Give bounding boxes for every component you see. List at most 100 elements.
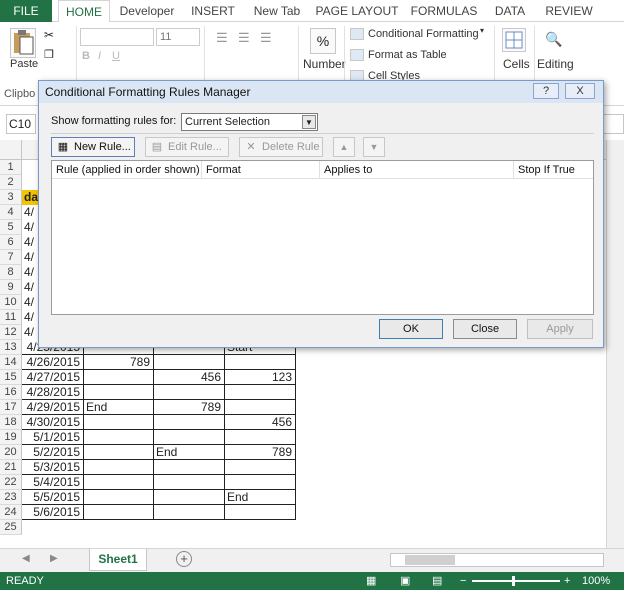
row-header[interactable]: 15 xyxy=(0,370,22,385)
cell[interactable] xyxy=(225,355,296,370)
cell[interactable]: End xyxy=(225,490,296,505)
tab-insert[interactable]: INSERT xyxy=(184,0,242,22)
conditional-formatting-button[interactable]: Conditional Formatting xyxy=(368,28,479,40)
cell[interactable] xyxy=(84,430,154,445)
cell[interactable] xyxy=(154,520,225,535)
row-header[interactable]: 8 xyxy=(0,265,22,280)
column-header-format[interactable]: Format xyxy=(202,161,320,179)
font-size-combo[interactable]: 11 xyxy=(156,28,200,46)
tab-data[interactable]: DATA xyxy=(486,0,534,22)
column-header-stop-if-true[interactable]: Stop If True xyxy=(514,161,593,179)
move-down-button[interactable]: ▼ xyxy=(363,137,385,157)
row-header[interactable]: 9 xyxy=(0,280,22,295)
cell[interactable] xyxy=(84,475,154,490)
zoom-level[interactable]: 100% xyxy=(582,572,610,590)
cell[interactable] xyxy=(154,385,225,400)
cell[interactable]: 123 xyxy=(225,370,296,385)
tab-home[interactable]: HOME xyxy=(58,0,110,23)
cell[interactable] xyxy=(154,415,225,430)
ok-button[interactable]: OK xyxy=(379,319,443,339)
tab-developer[interactable]: Developer xyxy=(114,0,180,22)
row-header[interactable]: 6 xyxy=(0,235,22,250)
row-header[interactable]: 19 xyxy=(0,430,22,445)
cell[interactable] xyxy=(154,490,225,505)
cell[interactable]: 4/30/2015 xyxy=(22,415,84,430)
align-left-icon[interactable]: ☰ xyxy=(216,30,228,46)
row-header[interactable]: 20 xyxy=(0,445,22,460)
row-header[interactable]: 21 xyxy=(0,460,22,475)
copy-icon[interactable]: ❐ xyxy=(44,48,60,62)
cell[interactable]: 4/27/2015 xyxy=(22,370,84,385)
cell[interactable] xyxy=(154,505,225,520)
apply-button[interactable]: Apply xyxy=(527,319,593,339)
cell[interactable] xyxy=(225,385,296,400)
cell[interactable] xyxy=(225,505,296,520)
cell[interactable] xyxy=(225,475,296,490)
zoom-slider[interactable] xyxy=(472,576,560,586)
horizontal-scroll-thumb[interactable] xyxy=(405,555,455,565)
name-box[interactable]: C10 xyxy=(6,114,36,134)
cell[interactable]: 789 xyxy=(154,400,225,415)
cell[interactable] xyxy=(84,370,154,385)
cell[interactable] xyxy=(84,385,154,400)
row-header[interactable]: 12 xyxy=(0,325,22,340)
wrap-text-icon[interactable]: ☰ xyxy=(260,30,272,46)
row-header[interactable]: 10 xyxy=(0,295,22,310)
bold-icon[interactable]: B xyxy=(82,50,90,62)
close-icon[interactable]: X xyxy=(565,83,595,99)
zoom-in-icon[interactable]: + xyxy=(564,572,570,590)
select-all-corner[interactable] xyxy=(0,140,22,160)
column-header-rule[interactable]: Rule (applied in order shown) xyxy=(52,161,202,179)
number-label[interactable]: Number xyxy=(303,57,346,71)
cell[interactable] xyxy=(84,490,154,505)
row-header[interactable]: 16 xyxy=(0,385,22,400)
cells-label[interactable]: Cells xyxy=(503,57,530,71)
cell[interactable] xyxy=(84,520,154,535)
row-header[interactable]: 18 xyxy=(0,415,22,430)
cell[interactable] xyxy=(154,355,225,370)
cells-icon[interactable] xyxy=(502,28,526,52)
italic-icon[interactable]: I xyxy=(98,50,101,62)
zoom-out-icon[interactable]: − xyxy=(460,572,466,590)
scroll-right-icon[interactable]: ▶ xyxy=(50,553,58,564)
row-header[interactable]: 24 xyxy=(0,505,22,520)
row-header[interactable]: 14 xyxy=(0,355,22,370)
delete-rule-button[interactable]: ✕ Delete Rule xyxy=(239,137,323,157)
row-header[interactable]: 13 xyxy=(0,340,22,355)
cell[interactable] xyxy=(84,460,154,475)
vertical-scrollbar[interactable] xyxy=(606,140,624,550)
scroll-left-icon[interactable]: ◀ xyxy=(22,553,30,564)
cell[interactable] xyxy=(84,505,154,520)
cell[interactable]: 456 xyxy=(225,415,296,430)
column-header-applies-to[interactable]: Applies to xyxy=(320,161,514,179)
underline-icon[interactable]: U xyxy=(112,50,120,62)
dialog-titlebar[interactable]: Conditional Formatting Rules Manager ? X xyxy=(39,81,603,103)
chevron-down-icon[interactable]: ▼ xyxy=(302,115,316,129)
format-as-table-button[interactable]: Format as Table xyxy=(368,49,447,61)
cell[interactable]: 4/28/2015 xyxy=(22,385,84,400)
row-header[interactable]: 11 xyxy=(0,310,22,325)
cell[interactable] xyxy=(154,460,225,475)
cell[interactable]: End xyxy=(84,400,154,415)
cut-icon[interactable]: ✂ xyxy=(44,28,60,42)
horizontal-scrollbar[interactable] xyxy=(390,553,604,567)
cell[interactable]: 456 xyxy=(154,370,225,385)
tab-new-tab[interactable]: New Tab xyxy=(246,0,308,22)
row-header[interactable]: 17 xyxy=(0,400,22,415)
page-break-view-icon[interactable]: ▤ xyxy=(432,572,442,590)
cell[interactable]: 5/2/2015 xyxy=(22,445,84,460)
tab-formulas[interactable]: FORMULAS xyxy=(406,0,482,22)
row-header[interactable]: 3 xyxy=(0,190,22,205)
cell[interactable] xyxy=(22,520,84,535)
editing-label[interactable]: Editing xyxy=(537,57,574,71)
cell[interactable]: End xyxy=(154,445,225,460)
sheet-tab-sheet1[interactable]: Sheet1 xyxy=(89,549,147,571)
percent-icon[interactable]: % xyxy=(310,28,336,54)
cell[interactable]: 789 xyxy=(225,445,296,460)
align-center-icon[interactable]: ☰ xyxy=(238,30,250,46)
cell[interactable]: 4/29/2015 xyxy=(22,400,84,415)
cell[interactable] xyxy=(225,400,296,415)
close-button[interactable]: Close xyxy=(453,319,517,339)
help-icon[interactable]: ? xyxy=(533,83,559,99)
cell[interactable]: 5/4/2015 xyxy=(22,475,84,490)
